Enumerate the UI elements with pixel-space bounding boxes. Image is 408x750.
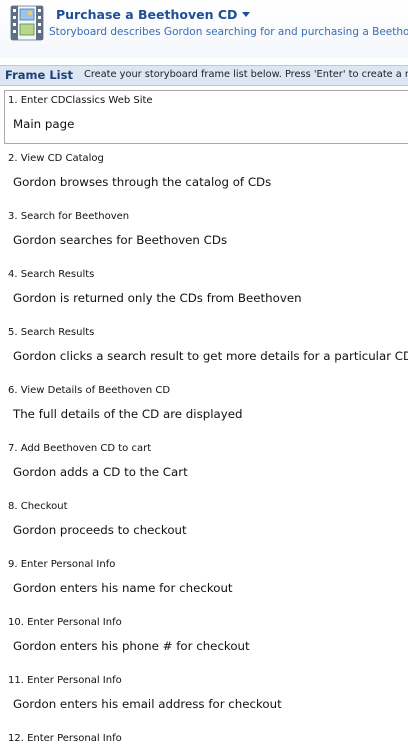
frame-description[interactable]: Gordon enters his email address for chec… [13,697,282,711]
frame-list-hint: Create your storyboard frame list below.… [84,69,408,80]
frame-item[interactable]: 9. Enter Personal Info Gordon enters his… [4,554,408,608]
frame-list-header: Frame List Create your storyboard frame … [0,65,408,86]
frame-title[interactable]: 1. Enter CDClassics Web Site [8,95,153,106]
frame-title[interactable]: 10. Enter Personal Info [8,617,122,628]
frame-description[interactable]: Main page [13,117,74,131]
header: Purchase a Beethoven CD Storyboard descr… [0,0,408,58]
frame-title[interactable]: 9. Enter Personal Info [8,559,115,570]
frame-item[interactable]: 12. Enter Personal Info [4,728,408,750]
storyboard-description: Storyboard describes Gordon searching fo… [49,26,408,38]
frame-item[interactable]: 7. Add Beethoven CD to cart Gordon adds … [4,438,408,492]
frame-description[interactable]: Gordon enters his phone # for checkout [13,639,250,653]
frame-title[interactable]: 6. View Details of Beethoven CD [8,385,170,396]
frame-item[interactable]: 1. Enter CDClassics Web Site Main page [4,90,408,144]
storyboard-title-menu[interactable]: Purchase a Beethoven CD [56,7,251,22]
frame-description[interactable]: Gordon clicks a search result to get mor… [13,349,408,363]
storyboard-window: Purchase a Beethoven CD Storyboard descr… [0,0,408,750]
frame-title[interactable]: 4. Search Results [8,269,94,280]
frame-item[interactable]: 11. Enter Personal Info Gordon enters hi… [4,670,408,724]
frame-title[interactable]: 7. Add Beethoven CD to cart [8,443,151,454]
frame-title[interactable]: 11. Enter Personal Info [8,675,122,686]
frame-description[interactable]: Gordon adds a CD to the Cart [13,465,188,479]
frame-item[interactable]: 3. Search for Beethoven Gordon searches … [4,206,408,260]
frame-item[interactable]: 8. Checkout Gordon proceeds to checkout [4,496,408,550]
frame-description[interactable]: Gordon searches for Beethoven CDs [13,233,227,247]
frame-title[interactable]: 2. View CD Catalog [8,153,104,164]
chevron-down-icon[interactable] [242,12,251,17]
frame-item[interactable]: 10. Enter Personal Info Gordon enters hi… [4,612,408,666]
frame-item[interactable]: 4. Search Results Gordon is returned onl… [4,264,408,318]
frame-description[interactable]: Gordon is returned only the CDs from Bee… [13,291,302,305]
frame-item[interactable]: 6. View Details of Beethoven CD The full… [4,380,408,434]
storyboard-film-icon [10,5,44,41]
frame-description[interactable]: The full details of the CD are displayed [13,407,242,421]
frame-item[interactable]: 5. Search Results Gordon clicks a search… [4,322,408,376]
frame-description[interactable]: Gordon proceeds to checkout [13,523,187,537]
frame-title[interactable]: 3. Search for Beethoven [8,211,129,222]
frame-title[interactable]: 5. Search Results [8,327,94,338]
frame-item[interactable]: 2. View CD Catalog Gordon browses throug… [4,148,408,202]
frame-title[interactable]: 12. Enter Personal Info [8,733,122,744]
frame-list-title: Frame List [5,68,73,82]
frame-description[interactable]: Gordon browses through the catalog of CD… [13,175,271,189]
frame-description[interactable]: Gordon enters his name for checkout [13,581,233,595]
frame-title[interactable]: 8. Checkout [8,501,68,512]
storyboard-title: Purchase a Beethoven CD [56,7,238,22]
